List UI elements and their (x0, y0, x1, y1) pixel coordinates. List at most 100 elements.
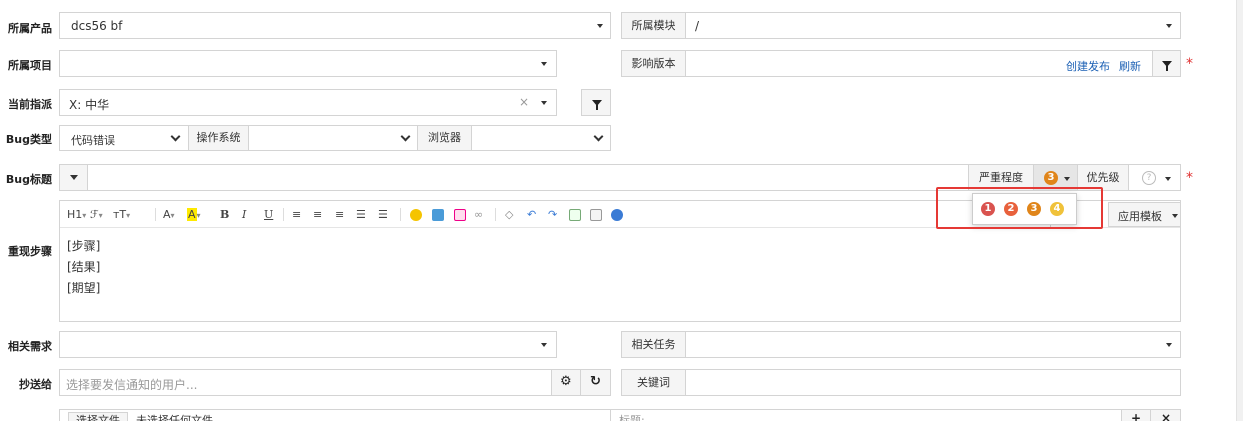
file-upload: 选择文件 未选择任何文件 (59, 409, 611, 421)
undo-icon[interactable]: ↶ (527, 209, 536, 221)
create-release-link[interactable]: 创建发布 (1066, 58, 1110, 74)
cc-refresh-button[interactable]: ↻ (580, 369, 611, 396)
cc-placeholder: 选择要发信通知的用户... (66, 378, 198, 392)
highlight-box (936, 187, 1103, 229)
related-story-label: 相关需求 (8, 340, 52, 353)
link-icon[interactable]: ∞ (474, 209, 483, 221)
related-task-label: 相关任务 (621, 331, 686, 358)
version-filter-button[interactable] (1152, 50, 1181, 77)
steps-line: [结果] (67, 260, 101, 274)
os-label: 操作系统 (188, 125, 249, 151)
file-title-input[interactable]: 标题: (610, 409, 1122, 421)
font-color-button[interactable]: A▾ (163, 209, 175, 221)
filter-icon (1162, 61, 1172, 71)
font-size-button[interactable]: тT▾ (113, 209, 130, 221)
chevron-down-icon (541, 101, 547, 105)
product-value: dcs56 bf (71, 19, 123, 33)
steps-line: [步骤] (67, 239, 101, 253)
redo-icon[interactable]: ↷ (548, 209, 557, 221)
bug-title-input[interactable] (87, 164, 969, 191)
assigned-select[interactable]: X: 中华 × (59, 89, 557, 116)
severity-badge: 3 (1044, 171, 1058, 185)
product-select[interactable]: dcs56 bf (59, 12, 611, 39)
chevron-down-icon (593, 131, 604, 142)
bug-type-value: 代码错误 (71, 134, 115, 147)
align-left-icon[interactable]: ≡ (292, 209, 301, 221)
italic-button[interactable]: I (242, 209, 246, 221)
gear-icon: ⚙ (560, 374, 572, 389)
align-right-icon[interactable]: ≡ (335, 209, 344, 221)
toolbar-divider (400, 208, 401, 221)
unordered-list-icon[interactable]: ☰ (378, 209, 388, 221)
os-select[interactable] (248, 125, 418, 151)
chevron-down-icon (70, 175, 78, 180)
source-icon[interactable] (590, 209, 602, 221)
keywords-label: 关键词 (621, 369, 686, 396)
font-family-button[interactable]: ℱ▾ (90, 209, 103, 221)
add-file-button[interactable]: + (1121, 409, 1151, 421)
chevron-down-icon (170, 131, 181, 142)
browser-select[interactable] (471, 125, 611, 151)
required-star: * (1186, 170, 1193, 186)
filter-icon (592, 100, 602, 110)
project-select[interactable] (59, 50, 557, 77)
bold-button[interactable]: B (220, 209, 229, 221)
browser-label: 浏览器 (417, 125, 472, 151)
keywords-input[interactable] (685, 369, 1181, 396)
chevron-down-icon (1165, 177, 1171, 181)
related-story-select[interactable] (59, 331, 557, 358)
assigned-label: 当前指派 (8, 98, 52, 111)
module-label: 所属模块 (621, 12, 686, 39)
module-value: / (695, 19, 700, 33)
align-center-icon[interactable]: ≡ (313, 209, 322, 221)
cc-settings-button[interactable]: ⚙ (551, 369, 581, 396)
bug-type-label: Bug类型 (5, 133, 52, 146)
emoji-icon[interactable] (410, 209, 422, 221)
help-icon[interactable] (611, 209, 623, 221)
chevron-down-icon (1166, 24, 1172, 28)
product-label: 所属产品 (8, 22, 52, 35)
no-file-text: 未选择任何文件 (136, 414, 213, 421)
remove-file-button[interactable]: × (1150, 409, 1181, 421)
module-select[interactable]: / (685, 12, 1181, 39)
bug-title-label: Bug标题 (5, 173, 52, 186)
scrollbar[interactable] (1236, 0, 1243, 421)
chevron-down-icon (541, 343, 547, 347)
toolbar-divider (155, 208, 156, 221)
required-star: * (1186, 56, 1193, 72)
chevron-down-icon (541, 62, 547, 66)
chevron-down-icon (597, 24, 603, 28)
cc-input[interactable]: 选择要发信通知的用户... (59, 369, 552, 396)
flash-icon[interactable] (454, 209, 466, 221)
priority-select[interactable]: ? (1128, 164, 1181, 191)
affected-version-input[interactable]: 创建发布 刷新 (685, 50, 1153, 77)
title-color-button[interactable] (59, 164, 88, 191)
heading-button[interactable]: H1▾ (67, 209, 86, 221)
chevron-down-icon (1166, 343, 1172, 347)
toolbar-divider (495, 208, 496, 221)
steps-line: [期望] (67, 281, 101, 295)
close-icon: × (1161, 411, 1172, 421)
underline-button[interactable]: U (264, 209, 273, 221)
related-task-select[interactable] (685, 331, 1181, 358)
ordered-list-icon[interactable]: ☰ (356, 209, 366, 221)
eraser-icon[interactable]: ◇ (505, 209, 513, 221)
image-icon[interactable] (432, 209, 444, 221)
file-title-placeholder: 标题: (619, 414, 645, 421)
clear-icon[interactable]: × (519, 95, 529, 109)
apply-template-button[interactable]: 应用模板 (1108, 202, 1181, 227)
project-label: 所属项目 (8, 59, 52, 72)
fullscreen-icon[interactable] (569, 209, 581, 221)
refresh-link[interactable]: 刷新 (1119, 58, 1141, 74)
chevron-down-icon (1064, 177, 1070, 181)
assigned-value: X: 中华 (69, 98, 110, 112)
toolbar-divider (283, 208, 284, 221)
choose-file-button[interactable]: 选择文件 (68, 412, 128, 421)
bug-type-select[interactable]: 代码错误 (59, 125, 189, 151)
chevron-down-icon (1172, 214, 1178, 218)
bg-color-button[interactable]: A▾ (187, 208, 201, 221)
steps-label: 重现步骤 (8, 245, 52, 258)
priority-badge: ? (1142, 171, 1156, 185)
refresh-icon: ↻ (590, 374, 601, 389)
assign-filter-button[interactable] (581, 89, 611, 116)
